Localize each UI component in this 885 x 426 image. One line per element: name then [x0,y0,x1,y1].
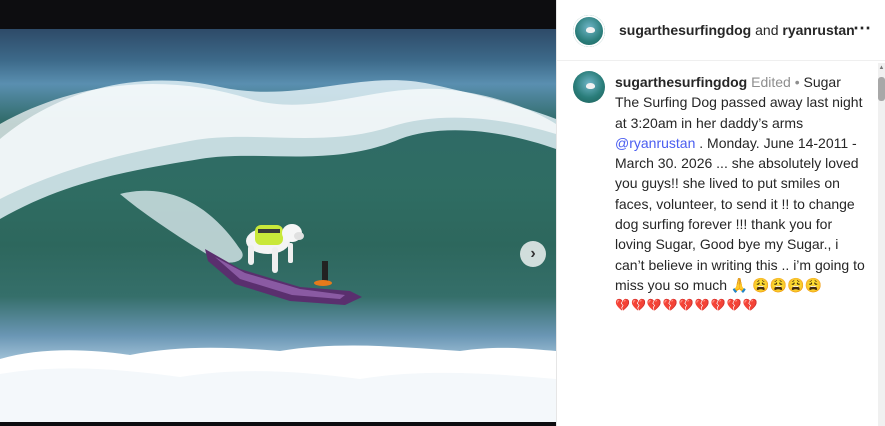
caption-avatar[interactable] [573,71,605,103]
caption: sugarthesurfingdog Edited • Sugar The Su… [557,61,879,426]
authors-connector: and [751,22,783,38]
broken-hearts: 💔💔💔💔💔💔💔💔💔 [615,298,759,313]
post-side-panel: sugarthesurfingdog and ryanrustan ⋯ suga… [556,0,885,426]
author-username[interactable]: sugarthesurfingdog [619,22,751,38]
scrollbar-thumb[interactable] [878,77,885,101]
post-header: sugarthesurfingdog and ryanrustan ⋯ [557,0,885,61]
caption-body-end: . Monday. June 14-2011 - March 30. 2026 … [615,134,865,293]
post-photo: › [0,29,556,422]
mention-link[interactable]: @ryanrustan [615,135,695,151]
next-media-button[interactable]: › [520,241,546,267]
meta-dot: • [790,74,800,90]
caption-text: sugarthesurfingdog Edited • Sugar The Su… [615,72,867,316]
caption-scrollbar[interactable]: ▲ [878,63,885,426]
collaborator-username[interactable]: ryanrustan [782,22,854,38]
header-authors: sugarthesurfingdog and ryanrustan [619,22,855,38]
scroll-up-icon[interactable]: ▲ [878,65,885,71]
caption-username[interactable]: sugarthesurfingdog [615,74,747,90]
edited-label: Edited [751,74,791,90]
header-avatar[interactable] [573,15,605,47]
surfing-dog-image [0,80,556,422]
more-options-icon[interactable]: ⋯ [853,18,872,39]
avatar-image [585,82,596,89]
post-media: › [0,0,556,426]
avatar-ring [573,15,605,47]
chevron-right-icon: › [530,245,536,262]
